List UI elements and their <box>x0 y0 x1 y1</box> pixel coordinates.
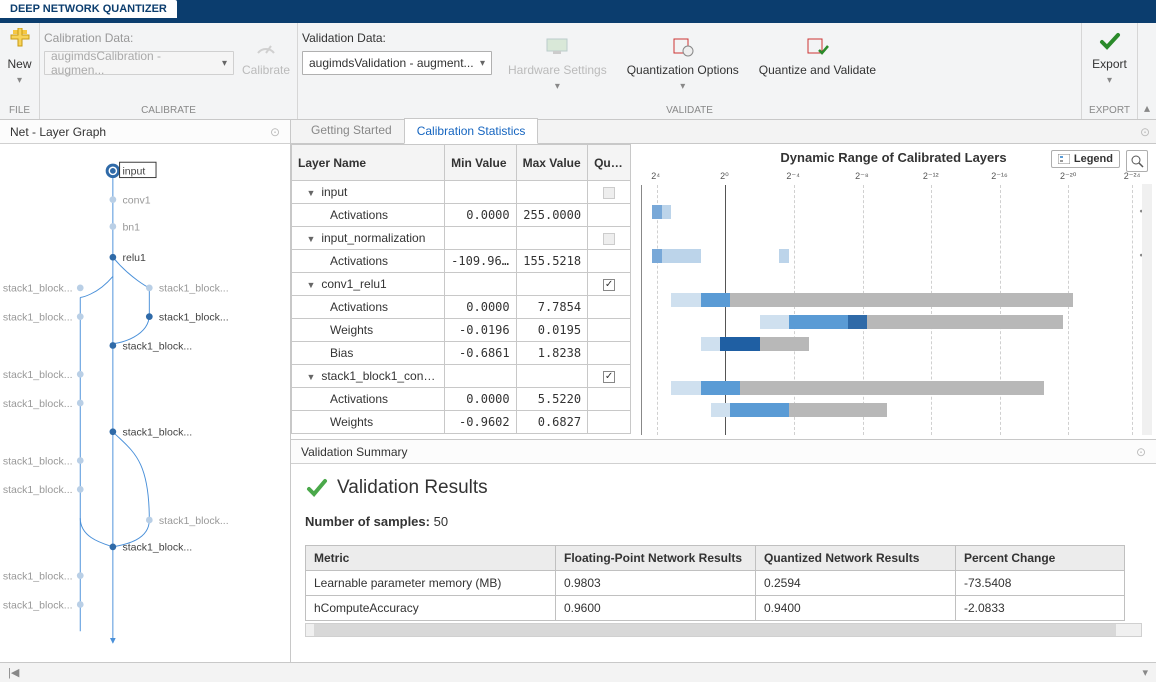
col-layer-name[interactable]: Layer Name <box>292 145 445 181</box>
calibration-data-combo[interactable]: augimdsCalibration - augmen... ▾ <box>44 51 234 75</box>
layer-graph-header: Net - Layer Graph ⊙ <box>0 120 290 144</box>
calibrate-button[interactable]: Calibrate <box>238 31 294 79</box>
title-bar: DEEP NETWORK QUANTIZER <box>0 0 1156 23</box>
quantize-validate-button[interactable]: Quantize and Validate <box>755 31 880 79</box>
table-row[interactable]: ▼ input <box>292 181 631 204</box>
table-row[interactable]: Bias-0.68611.8238 <box>292 342 631 365</box>
horizontal-scrollbar[interactable] <box>305 623 1142 637</box>
table-row[interactable]: ▼ input_normalization <box>292 227 631 250</box>
svg-text:stack1_block...: stack1_block... <box>3 283 73 295</box>
validation-data-combo[interactable]: augimdsValidation - augment... ▾ <box>302 51 492 75</box>
chevron-down-icon: ▾ <box>222 58 227 69</box>
chevron-down-icon: ▾ <box>1107 75 1112 86</box>
new-button[interactable]: New ▾ <box>2 25 38 88</box>
col-max-value[interactable]: Max Value <box>516 145 587 181</box>
tab-calibration-statistics[interactable]: Calibration Statistics <box>404 118 539 144</box>
new-icon <box>6 27 34 55</box>
table-row[interactable]: ▼ stack1_block1_conv... <box>292 365 631 388</box>
table-row: Learnable parameter memory (MB)0.98030.2… <box>306 571 1125 596</box>
app-title-tab: DEEP NETWORK QUANTIZER <box>0 0 177 18</box>
metrics-table: Metric Floating-Point Network Results Qu… <box>305 545 1125 621</box>
tabs: Getting Started Calibration Statistics ⊙ <box>291 120 1156 144</box>
ribbon: New ▾ FILE Calibration Data: augimdsCali… <box>0 23 1156 120</box>
svg-text:stack1_block...: stack1_block... <box>3 599 73 611</box>
svg-text:stack1_block...: stack1_block... <box>122 427 192 439</box>
svg-text:input: input <box>122 166 145 178</box>
quantize-validate-icon <box>803 33 831 61</box>
close-icon[interactable]: ⊙ <box>1140 125 1150 139</box>
quantization-options-button[interactable]: Quantization Options ▾ <box>623 31 743 94</box>
zoom-button[interactable] <box>1126 150 1148 172</box>
table-row: hComputeAccuracy0.96000.9400-2.0833 <box>306 596 1125 621</box>
svg-text:bn1: bn1 <box>122 221 140 233</box>
svg-text:stack1_block...: stack1_block... <box>122 542 192 554</box>
tab-getting-started[interactable]: Getting Started <box>299 118 404 143</box>
chart-title: Dynamic Range of Calibrated Layers Legen… <box>631 144 1156 171</box>
close-icon[interactable]: ⊙ <box>1136 445 1146 459</box>
legend-button[interactable]: Legend <box>1051 150 1120 168</box>
status-right-icon[interactable]: ▾ <box>1142 666 1148 679</box>
chevron-down-icon: ▾ <box>17 75 22 86</box>
chevron-down-icon: ▾ <box>480 58 485 69</box>
validation-results-title: Validation Results <box>305 476 1142 500</box>
check-icon <box>1096 27 1124 55</box>
table-row[interactable]: ▼ conv1_relu1 <box>292 273 631 296</box>
svg-text:stack1_block...: stack1_block... <box>3 571 73 583</box>
col-quantize[interactable]: Quant... <box>588 145 631 181</box>
table-row[interactable]: Weights-0.96020.6827 <box>292 411 631 434</box>
svg-text:stack1_block...: stack1_block... <box>3 455 73 467</box>
samples-count: Number of samples: 50 <box>305 514 1142 529</box>
table-row[interactable]: Activations0.0000255.0000 <box>292 204 631 227</box>
layer-graph[interactable]: input conv1 bn1 relu1 stack1_block... stack1_… <box>0 144 290 662</box>
hardware-icon <box>543 33 571 61</box>
scrollbar[interactable] <box>1142 184 1152 435</box>
svg-text:stack1_block...: stack1_block... <box>3 484 73 496</box>
svg-text:stack1_block...: stack1_block... <box>3 312 73 324</box>
table-row[interactable]: Weights-0.01960.0195 <box>292 319 631 342</box>
table-row[interactable]: Activations-109.9629155.5218 <box>292 250 631 273</box>
svg-text:stack1_block...: stack1_block... <box>3 398 73 410</box>
chevron-down-icon: ▾ <box>680 81 685 92</box>
svg-text:stack1_block...: stack1_block... <box>122 340 192 352</box>
svg-text:stack1_block...: stack1_block... <box>3 369 73 381</box>
export-button[interactable]: Export ▾ <box>1088 25 1131 88</box>
svg-text:conv1: conv1 <box>122 194 150 206</box>
calibration-data-label: Calibration Data: <box>44 31 234 45</box>
legend-icon <box>1058 154 1070 164</box>
svg-text:relu1: relu1 <box>122 252 146 264</box>
gauge-icon <box>252 33 280 61</box>
quantize-checkbox[interactable] <box>603 279 615 291</box>
hardware-settings-button[interactable]: Hardware Settings ▾ <box>504 31 611 94</box>
quantize-checkbox[interactable] <box>603 187 615 199</box>
check-icon <box>305 476 329 500</box>
quantize-checkbox[interactable] <box>603 233 615 245</box>
svg-text:stack1_block...: stack1_block... <box>159 312 229 324</box>
close-icon[interactable]: ⊙ <box>270 125 280 139</box>
col-min-value[interactable]: Min Value <box>445 145 516 181</box>
options-icon <box>669 33 697 61</box>
quantize-checkbox[interactable] <box>603 371 615 383</box>
status-left-icon[interactable]: |◀ <box>8 666 19 679</box>
chevron-down-icon: ▾ <box>555 81 560 92</box>
range-chart[interactable]: •••••• <box>641 185 1132 435</box>
svg-text:stack1_block...: stack1_block... <box>159 283 229 295</box>
validation-data-label: Validation Data: <box>302 31 492 45</box>
magnifier-icon <box>1130 154 1144 168</box>
table-row[interactable]: Activations0.00007.7854 <box>292 296 631 319</box>
status-bar: |◀ ▾ <box>0 662 1156 682</box>
validation-summary-header: Validation Summary ⊙ <box>291 440 1156 464</box>
ribbon-collapse-icon[interactable]: ▴ <box>1138 23 1156 119</box>
svg-text:stack1_block...: stack1_block... <box>159 515 229 527</box>
calibration-table[interactable]: Layer Name Min Value Max Value Quant... … <box>291 144 631 434</box>
table-row[interactable]: Activations0.00005.5220 <box>292 388 631 411</box>
